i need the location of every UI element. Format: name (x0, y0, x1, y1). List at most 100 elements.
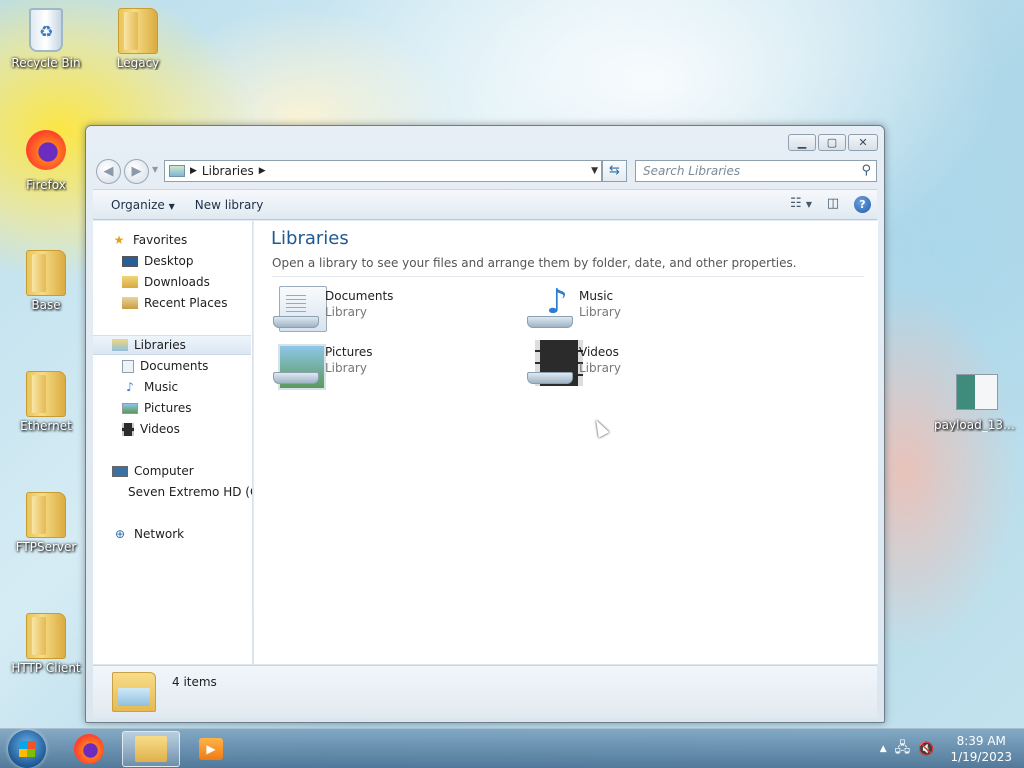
nav-label: Seven Extremo HD (C (128, 485, 253, 499)
library-kind: Library (325, 305, 367, 319)
taskbar: ▶ ▲ 🖧 🔇 8:39 AM 1/19/2023 (0, 728, 1024, 768)
new-library-button[interactable]: New library (185, 198, 274, 212)
nav-desktop[interactable]: Desktop (93, 251, 251, 271)
nav-label: Music (144, 380, 179, 394)
nav-pictures[interactable]: Pictures (93, 398, 251, 418)
refresh-button[interactable]: ⇆ (602, 160, 627, 182)
organize-button[interactable]: Organize ▼ (93, 198, 185, 212)
desktop-icon-ftpserver[interactable]: FTPServer (8, 492, 84, 554)
library-documents[interactable]: Documents Library (271, 284, 491, 334)
media-player-icon: ▶ (199, 738, 223, 760)
address-bar[interactable]: ▶ Libraries ▶ ▼ (164, 160, 602, 182)
folder-icon (26, 371, 66, 417)
file-icon (956, 374, 998, 410)
clock-time: 8:39 AM (956, 734, 1006, 748)
close-button[interactable]: ✕ (848, 134, 878, 151)
nav-recent-places[interactable]: Recent Places (93, 293, 251, 313)
nav-documents[interactable]: Documents (93, 356, 251, 376)
item-count: 4 items (172, 675, 217, 689)
nav-label: Desktop (144, 254, 194, 268)
library-kind: Library (579, 361, 621, 375)
library-pictures[interactable]: Pictures Library (271, 340, 491, 390)
desktop-icon-firefox[interactable]: Firefox (8, 130, 84, 192)
nav-videos[interactable]: Videos (93, 419, 251, 439)
nav-label: Network (134, 527, 185, 541)
minimize-button[interactable]: ▁ (788, 134, 816, 151)
nav-network[interactable]: ⊕ Network (93, 524, 251, 544)
organize-label: Organize (111, 197, 165, 212)
desktop-icon-http-client[interactable]: HTTP Client (8, 613, 84, 675)
libraries-icon (169, 165, 185, 177)
maximize-button[interactable]: ▢ (818, 134, 846, 151)
search-input[interactable]: Search Libraries ⚲ (635, 160, 877, 182)
forward-button[interactable]: ▶ (124, 159, 149, 184)
start-button[interactable] (8, 730, 46, 768)
desktop-icon-label: FTPServer (15, 540, 77, 554)
library-base-icon (273, 372, 319, 384)
nav-music[interactable]: ♪ Music (93, 377, 251, 397)
nav-label: Libraries (134, 338, 186, 352)
nav-label: Computer (134, 464, 194, 478)
library-videos[interactable]: Videos Library (525, 340, 745, 390)
desktop-icon-label: Base (31, 298, 61, 312)
nav-favorites[interactable]: ★ Favorites (93, 230, 251, 250)
library-kind: Library (579, 305, 621, 319)
explorer-icon (135, 736, 167, 762)
nav-local-disk[interactable]: Seven Extremo HD (C (93, 482, 253, 502)
preview-pane-icon[interactable]: ◫ (822, 194, 844, 214)
address-dropdown-icon[interactable]: ▼ (591, 166, 598, 176)
network-status-icon[interactable]: 🖧 (895, 737, 911, 761)
navigation-bar: ◀ ▶ ▼ ▶ Libraries ▶ ▼ ⇆ Search Libraries… (94, 158, 877, 184)
clock[interactable]: 8:39 AM 1/19/2023 (950, 733, 1012, 765)
taskbar-media-player[interactable]: ▶ (182, 731, 240, 767)
library-name: Pictures (325, 345, 373, 359)
recent-places-icon (122, 297, 138, 309)
nav-label: Recent Places (144, 296, 228, 310)
show-hidden-icons-icon[interactable]: ▲ (880, 744, 887, 754)
desktop-icon-label: Ethernet (20, 419, 72, 433)
volume-muted-icon[interactable]: 🔇 (918, 742, 934, 757)
computer-icon (112, 465, 128, 477)
desktop-icon-recycle-bin[interactable]: Recycle Bin (8, 8, 84, 70)
folder-icon (26, 613, 66, 659)
desktop-icon-label: Recycle Bin (11, 56, 81, 70)
divider (272, 276, 864, 277)
change-view-icon[interactable]: ☷ ▼ (790, 194, 812, 214)
breadcrumb-libraries[interactable]: Libraries (202, 164, 254, 178)
folder-icon (118, 8, 158, 54)
explorer-window: ▁ ▢ ✕ ◀ ▶ ▼ ▶ Libraries ▶ ▼ ⇆ Search Lib… (85, 125, 885, 723)
taskbar-explorer[interactable] (122, 731, 180, 767)
star-icon: ★ (113, 233, 125, 247)
desktop-icon-legacy[interactable]: Legacy (100, 8, 176, 70)
page-description: Open a library to see your files and arr… (272, 256, 797, 270)
nav-label: Documents (140, 359, 209, 373)
nav-libraries[interactable]: Libraries (93, 335, 251, 355)
search-placeholder: Search Libraries (643, 164, 741, 178)
navigation-pane: ★ Favorites Desktop Downloads Recent Pla… (93, 221, 253, 664)
library-music[interactable]: ♪ Music Library (525, 284, 745, 334)
desktop-icon-base[interactable]: Base (8, 250, 84, 312)
nav-computer[interactable]: Computer (93, 461, 251, 481)
breadcrumb-arrow-icon[interactable]: ▶ (190, 166, 197, 176)
nav-downloads[interactable]: Downloads (93, 272, 251, 292)
breadcrumb-arrow-icon[interactable]: ▶ (259, 166, 266, 176)
desktop-icon-label: Firefox (26, 178, 66, 192)
chevron-down-icon: ▼ (168, 201, 175, 211)
search-icon[interactable]: ⚲ (861, 163, 871, 178)
nav-label: Videos (140, 422, 180, 436)
back-button[interactable]: ◀ (96, 159, 121, 184)
help-icon[interactable]: ? (854, 195, 871, 213)
desktop-icon-ethernet[interactable]: Ethernet (8, 371, 84, 433)
desktop-icon-label: Legacy (116, 56, 160, 70)
library-base-icon (527, 316, 573, 328)
library-base-icon (527, 372, 573, 384)
desktop-icon-payload[interactable]: payload_136M... (934, 374, 1020, 432)
taskbar-firefox[interactable] (60, 731, 118, 767)
recycle-bin-icon (26, 8, 66, 54)
documents-icon (122, 359, 134, 373)
system-tray: ▲ 🖧 🔇 8:39 AM 1/19/2023 (880, 729, 1012, 768)
recent-pages-icon[interactable]: ▼ (152, 165, 158, 174)
nav-label: Favorites (133, 233, 188, 247)
page-title: Libraries (271, 228, 349, 249)
library-name: Documents (325, 289, 394, 303)
